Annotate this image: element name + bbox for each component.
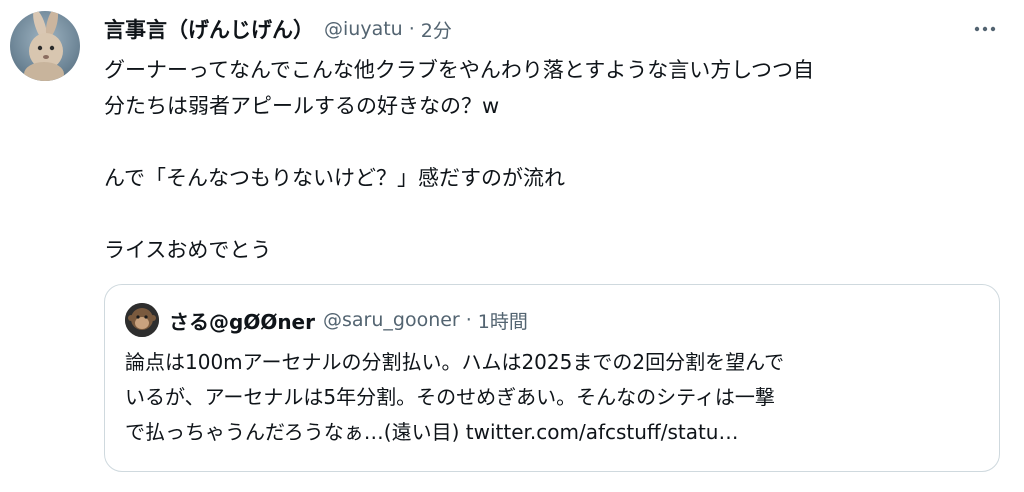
author-avatar[interactable]	[10, 11, 80, 81]
quoted-author-handle: @saru_gooner	[323, 309, 460, 331]
tweet-timestamp[interactable]: 2分	[421, 16, 452, 43]
quoted-tweet-text: 論点は100mアーセナルの分割払い。ハムは2025までの2回分割を望んで いるが…	[125, 345, 985, 450]
tweet-text: グーナーってなんでこんな他クラブをやんわり落とすような言い方しつつ自 分たちは弱…	[104, 52, 1004, 268]
tweet-header: 言事言（げんじげん） @iuyatu · 2分	[104, 12, 1000, 46]
separator-dot: ·	[408, 18, 415, 40]
quoted-tweet-timestamp: 1時間	[477, 310, 528, 333]
more-horizontal-icon	[974, 26, 996, 32]
tweet-text-line: んで「そんなつもりないけど？」感だすのが流れ	[104, 166, 565, 190]
tweet-text-line: ライスおめでとう	[104, 238, 272, 262]
quoted-text-line: で払っちゃうんだろうなぁ…(遠い目) twitter.com/afcstuff/…	[125, 420, 739, 444]
quoted-author-avatar	[125, 303, 159, 337]
separator-dot: ·	[465, 309, 472, 331]
tweet-text-line: 分たちは弱者アピールするの好きなの？w	[104, 94, 500, 118]
quoted-tweet-card[interactable]: さる@gØØner @saru_gooner · 1時間 論点は100mアーセナ…	[104, 284, 1000, 472]
tweet-text-line: グーナーってなんでこんな他クラブをやんわり落とすような言い方しつつ自	[104, 58, 815, 82]
quoted-tweet-header: さる@gØØner @saru_gooner · 1時間	[125, 303, 528, 337]
author-handle[interactable]: @iuyatu	[324, 18, 403, 40]
more-icon[interactable]	[970, 14, 1000, 44]
author-name[interactable]: 言事言（げんじげん）	[104, 14, 314, 44]
quoted-text-line: 論点は100mアーセナルの分割払い。ハムは2025までの2回分割を望んで	[125, 350, 785, 374]
quoted-author-name: さる@gØØner	[169, 309, 315, 334]
quoted-text-line: いるが、アーセナルは5年分割。そのせめぎあい。そんなのシティは一撃	[125, 385, 775, 409]
